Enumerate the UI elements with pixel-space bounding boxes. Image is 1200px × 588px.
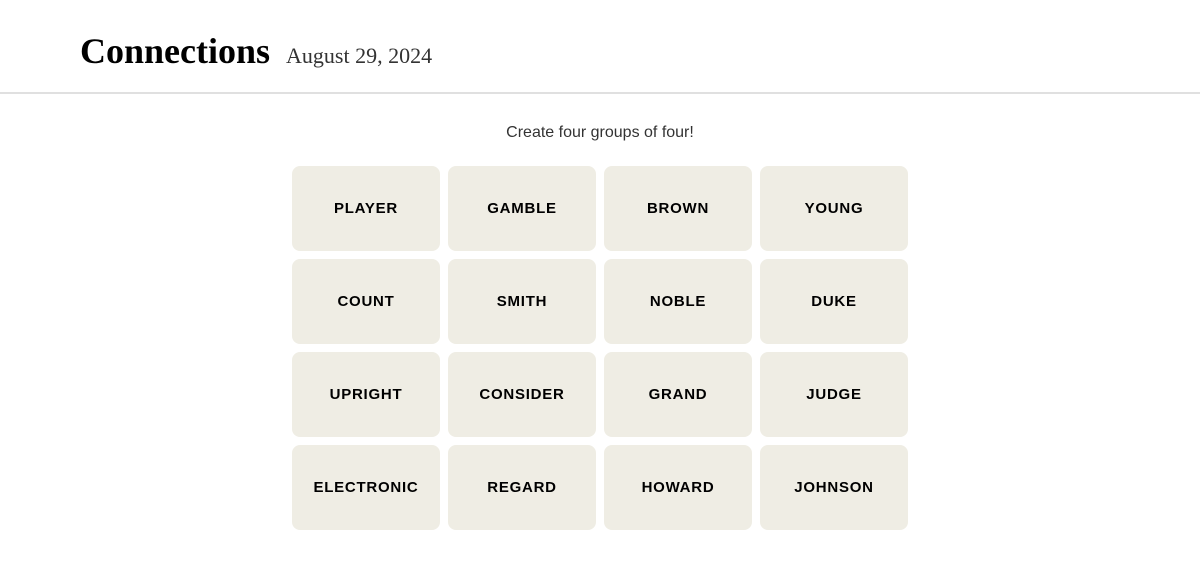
tile-noble[interactable]: NOBLE [604, 259, 752, 344]
page-date: August 29, 2024 [286, 43, 432, 69]
tile-gamble[interactable]: GAMBLE [448, 166, 596, 251]
tile-brown[interactable]: BROWN [604, 166, 752, 251]
tile-duke[interactable]: DUKE [760, 259, 908, 344]
tile-grand[interactable]: GRAND [604, 352, 752, 437]
tile-consider[interactable]: CONSIDER [448, 352, 596, 437]
tile-count[interactable]: COUNT [292, 259, 440, 344]
page-header: Connections August 29, 2024 [0, 0, 1200, 93]
tile-upright[interactable]: UPRIGHT [292, 352, 440, 437]
tile-howard[interactable]: HOWARD [604, 445, 752, 530]
main-content: Create four groups of four! PLAYERGAMBLE… [0, 94, 1200, 570]
tile-young[interactable]: YOUNG [760, 166, 908, 251]
tile-electronic[interactable]: ELECTRONIC [292, 445, 440, 530]
game-subtitle: Create four groups of four! [506, 124, 694, 142]
tile-smith[interactable]: SMITH [448, 259, 596, 344]
tile-judge[interactable]: JUDGE [760, 352, 908, 437]
page-title: Connections [80, 30, 270, 72]
tile-regard[interactable]: REGARD [448, 445, 596, 530]
tile-player[interactable]: PLAYER [292, 166, 440, 251]
tile-johnson[interactable]: JOHNSON [760, 445, 908, 530]
game-grid: PLAYERGAMBLEBROWNYOUNG COUNTSMITHNOBLEDUK… [292, 166, 908, 530]
